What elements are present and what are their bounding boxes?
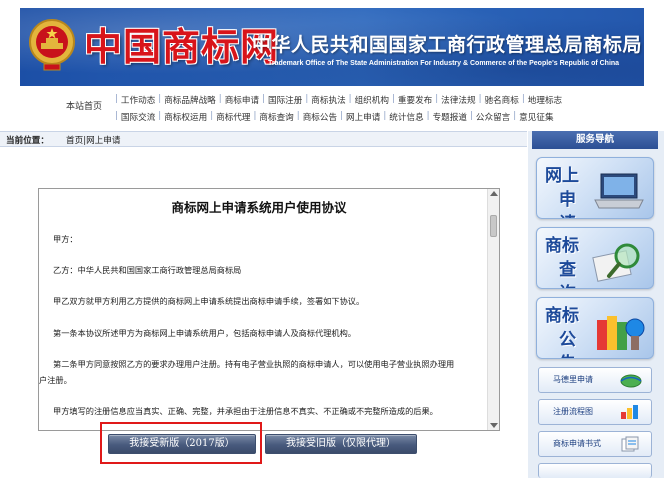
nav-link[interactable]: 商标品牌战略 — [164, 94, 216, 108]
sidebar-item-label: 查询 — [559, 260, 576, 288]
breadcrumb-label: 当前位置： — [6, 136, 49, 146]
nav-separator: | — [253, 111, 257, 121]
nav-separator: | — [115, 111, 118, 121]
nav-separator: | — [210, 111, 214, 121]
nav-link[interactable]: 专题报道 — [433, 111, 467, 125]
top-navigation: 本站首页 | 工作动态 | 商标品牌战略 | 商标申请 | 国际注册 | 商标执法 | 组织机构 | 重要… — [20, 90, 644, 130]
sidebar-item-label: 商标申请书式 — [553, 439, 601, 448]
nav-separator: | — [262, 94, 265, 104]
sidebar-madrid-application[interactable]: 马德里申请 — [538, 367, 652, 393]
sidebar-registration-flowchart[interactable]: 注册流程图 — [538, 399, 652, 425]
sidebar-trademark-search[interactable]: 商标查询 — [536, 227, 654, 289]
nav-link[interactable]: 组织机构 — [355, 94, 389, 108]
nav-separator: | — [383, 111, 387, 121]
nav-link[interactable]: 驰名商标 — [484, 94, 518, 108]
nav-link[interactable]: 地理标志 — [528, 94, 562, 108]
accept-new-version-button[interactable]: 我接受新版（2017版） — [108, 434, 256, 454]
main-content: 商标网上申请系统用户使用协议 甲方： 乙方：中华人民共和国国家工商行政管理总局商… — [0, 148, 527, 478]
agreement-paragraph: 第二条甲方同意按照乙方的要求办理用户注册。持有电子营业执照的商标申请人，可以使用… — [53, 359, 455, 369]
nav-separator: | — [469, 111, 473, 121]
agreement-panel: 商标网上申请系统用户使用协议 甲方： 乙方：中华人民共和国国家工商行政管理总局商… — [38, 188, 500, 431]
nav-link[interactable]: 商标代理 — [216, 111, 250, 125]
nav-link[interactable]: 工作动态 — [121, 94, 155, 108]
nav-separator: | — [348, 94, 352, 104]
documents-icon — [621, 436, 639, 452]
banner-subtitle: Trademark Office of The State Administra… — [268, 60, 620, 67]
nav-separator: | — [218, 94, 222, 104]
service-sidebar: 服务导航 网上申请 商标查询 商标公告 马德里申请 — [528, 131, 664, 478]
breadcrumb-path[interactable]: 首页|网上申请 — [66, 134, 120, 146]
banner-title: 中华人民共和国国家工商行政管理总局商标局 — [252, 34, 643, 56]
nav-link[interactable]: 国际交流 — [121, 111, 155, 125]
site-banner: 中国商标网 中华人民共和国国家工商行政管理总局商标局 Trademark Off… — [20, 8, 644, 86]
nav-link[interactable]: 意见征集 — [519, 111, 553, 125]
sidebar-item-label: 马德里申请 — [553, 375, 593, 384]
nav-home-link[interactable]: 本站首页 — [66, 99, 102, 112]
nav-link[interactable]: 商标执法 — [311, 94, 345, 108]
books-icon — [597, 316, 645, 350]
nav-separator: | — [158, 94, 162, 104]
scroll-thumb[interactable] — [490, 215, 497, 237]
nav-link[interactable]: 网上申请 — [346, 111, 380, 125]
nav-link[interactable]: 公众留言 — [476, 111, 510, 125]
agreement-title: 商标网上申请系统用户使用协议 — [171, 200, 347, 215]
nav-link[interactable]: 国际注册 — [268, 94, 302, 108]
sidebar-trademark-announcement[interactable]: 商标公告 — [536, 297, 654, 359]
nav-separator: | — [426, 111, 430, 121]
accept-old-version-button[interactable]: 我接受旧版（仅限代理） — [265, 434, 417, 454]
agreement-paragraph: 户注册。 — [39, 375, 72, 385]
laptop-icon — [594, 173, 644, 209]
nav-separator: | — [435, 94, 439, 104]
site-logo[interactable]: 中国商标网 — [84, 16, 279, 71]
chart-icon — [621, 405, 638, 419]
agreement-scrollbar[interactable] — [487, 189, 499, 430]
nav-row-1: | 工作动态 | 商标品牌战略 | 商标申请 | 国际注册 | 商标执法 | 组织机构 | 重要发布 | 法律… — [112, 94, 562, 108]
agreement-paragraph: 甲方： — [53, 234, 78, 244]
agreement-paragraph: 第一条本协议所述甲方为商标网上申请系统用户，包括商标申请人及商标代理机构。 — [53, 328, 356, 338]
agreement-paragraph: 甲方填写的注册信息应当真实、正确、完整，并承担由于注册信息不真实、不正确或不完整… — [53, 406, 438, 416]
nav-link[interactable]: 商标查询 — [259, 111, 293, 125]
national-emblem-icon — [29, 19, 75, 71]
magnifier-icon — [592, 243, 640, 282]
nav-separator: | — [305, 94, 309, 104]
globe-icon — [620, 374, 642, 388]
nav-link[interactable]: 统计信息 — [389, 111, 423, 125]
sidebar-application-forms[interactable]: 商标申请书式 — [538, 431, 652, 457]
agreement-paragraph: 甲乙双方就甲方利用乙方提供的商标网上申请系统提出商标申请手续，签署如下协议。 — [53, 296, 365, 306]
nav-separator: | — [296, 111, 300, 121]
nav-link[interactable]: 重要发布 — [398, 94, 432, 108]
nav-link[interactable]: 商标公告 — [303, 111, 337, 125]
scroll-down-arrow-icon[interactable] — [490, 423, 498, 428]
nav-separator: | — [478, 94, 482, 104]
sidebar-header: 服务导航 — [532, 131, 658, 149]
sidebar-item-label: 公告 — [559, 330, 576, 358]
sidebar-item-label: 商标 — [545, 236, 579, 256]
nav-separator: | — [521, 94, 525, 104]
sidebar-item-label: 注册流程图 — [553, 407, 593, 416]
nav-link[interactable]: 法律法规 — [441, 94, 475, 108]
scroll-up-arrow-icon[interactable] — [490, 191, 498, 196]
sidebar-item-label: 申请 — [559, 190, 576, 218]
breadcrumb: 当前位置： 首页|网上申请 — [0, 131, 527, 147]
agreement-paragraph: 乙方：中华人民共和国国家工商行政管理总局商标局 — [53, 265, 242, 275]
nav-separator: | — [115, 94, 118, 104]
nav-separator: | — [391, 94, 395, 104]
sidebar-online-application[interactable]: 网上申请 — [536, 157, 654, 219]
sidebar-item-label: 商标 — [545, 306, 579, 326]
nav-separator: | — [340, 111, 343, 121]
nav-separator: | — [513, 111, 517, 121]
nav-link[interactable]: 商标申请 — [225, 94, 259, 108]
nav-link[interactable]: 商标权运用 — [164, 111, 207, 125]
nav-row-2: | 国际交流 | 商标权运用 | 商标代理 | 商标查询 | 商标公告 | 网上申请 | 统计信息 | 专题报… — [112, 111, 554, 125]
sidebar-item-partial[interactable] — [538, 463, 652, 478]
nav-separator: | — [158, 111, 162, 121]
sidebar-item-label: 网上 — [545, 166, 579, 186]
